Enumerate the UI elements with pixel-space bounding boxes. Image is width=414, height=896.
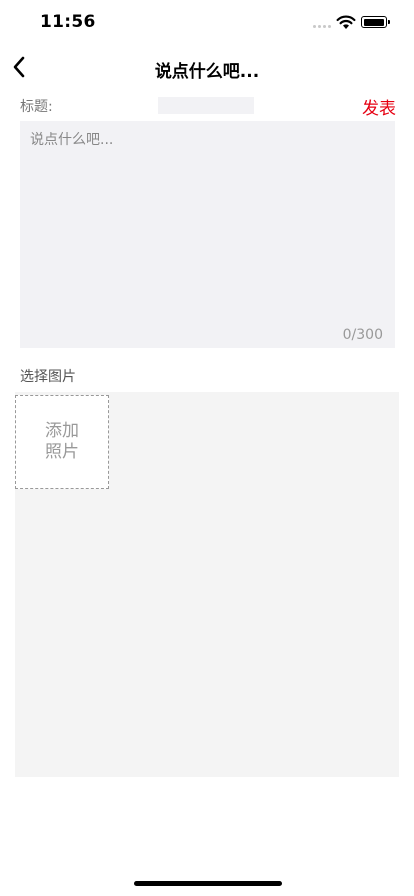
status-time: 11:56 xyxy=(40,12,96,32)
add-photo-button[interactable]: 添加照片 xyxy=(15,395,109,489)
image-picker-area: 添加照片 xyxy=(15,392,399,777)
title-input[interactable] xyxy=(158,97,254,114)
content-textarea[interactable] xyxy=(20,121,395,321)
title-row: 标题: 发表 xyxy=(0,92,414,120)
title-label: 标题: xyxy=(20,99,53,115)
home-indicator xyxy=(134,881,282,886)
status-bar: 11:56 xyxy=(0,0,414,46)
content-box: 0/300 xyxy=(20,121,395,348)
choose-image-label: 选择图片 xyxy=(20,369,76,385)
page-title: 说点什么吧... xyxy=(154,62,260,82)
add-photo-label: 添加照片 xyxy=(45,421,79,462)
signal-icon xyxy=(313,23,333,29)
publish-button[interactable]: 发表 xyxy=(362,94,396,119)
wifi-icon xyxy=(336,15,356,29)
battery-icon xyxy=(361,16,390,28)
navigation-bar: 说点什么吧... xyxy=(0,46,414,90)
char-counter: 0/300 xyxy=(342,327,383,343)
